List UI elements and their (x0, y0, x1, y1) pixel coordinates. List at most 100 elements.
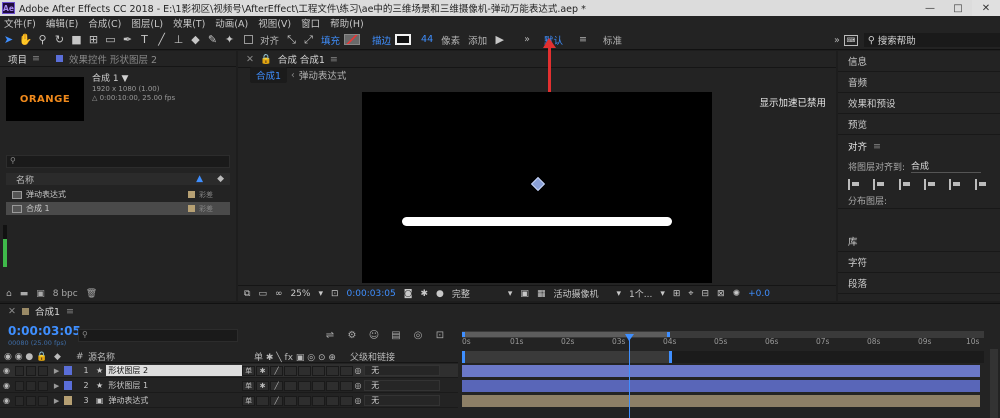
table-row[interactable]: ◉ ▶ 1 ★ 形状图层 2 单 ✱ ╱ ◎ 无 (0, 364, 458, 378)
layer-name[interactable]: 弹动表达式 (106, 395, 242, 406)
align-to-select[interactable]: 合成 (911, 159, 982, 173)
align-vcenter-icon[interactable] (949, 179, 961, 190)
rectangle-tool-icon[interactable]: ▭ (102, 32, 119, 48)
table-row[interactable]: ◉ ▶ 3 ▣ 弹动表达式 单 ╱ ◎ 无 (0, 394, 458, 408)
effect-switch[interactable] (284, 395, 298, 406)
layer-name[interactable]: 形状图层 2 (106, 365, 243, 376)
keyboard-icon[interactable]: ⌨ (843, 34, 858, 46)
collapse-switch[interactable] (256, 395, 270, 406)
comp-info-name[interactable]: 合成 1 ▼ (92, 74, 175, 85)
stroke-swatch[interactable] (395, 34, 412, 45)
fill-label[interactable]: 填充 (321, 33, 340, 47)
menu-layer[interactable]: 图层(L) (131, 16, 163, 30)
frame-blend-switch[interactable] (298, 395, 312, 406)
label-color-swatch[interactable] (63, 396, 73, 405)
workspace-standard[interactable]: 标准 (603, 33, 622, 47)
comp-range-bar[interactable] (462, 351, 984, 363)
motion-blur-icon[interactable]: ◎ (410, 329, 426, 342)
comp-range[interactable] (462, 351, 672, 363)
align-bottom-icon[interactable] (974, 179, 987, 190)
time-ruler[interactable]: 0s 01s 02s 03s 04s 05s 06s 07s 08s 09s 1… (462, 331, 984, 351)
panel-effects-presets[interactable]: 效果和预设 (838, 93, 1000, 114)
color-channel-icon[interactable]: ● (436, 289, 444, 299)
new-comp-icon[interactable]: ▣ (36, 289, 45, 299)
pixel-aspect-icon[interactable]: ⊞ (673, 289, 681, 299)
menu-help[interactable]: 帮助(H) (330, 16, 364, 30)
panel-menu-icon[interactable]: ≡ (32, 53, 40, 64)
layer-name[interactable]: 形状图层 1 (106, 380, 242, 391)
type-tool-icon[interactable]: T (136, 32, 153, 48)
menu-animation[interactable]: 动画(A) (215, 16, 248, 30)
lock-toggle[interactable] (38, 365, 48, 376)
panel-library[interactable]: 库 (838, 231, 1000, 252)
frame-blend-switch[interactable] (298, 380, 312, 391)
exposure-value[interactable]: +0.0 (748, 289, 770, 299)
snap-checkbox[interactable] (244, 35, 253, 44)
workspace-menu-icon[interactable]: ≡ (579, 34, 587, 45)
clone-stamp-tool-icon[interactable]: ⊥ (170, 32, 187, 48)
label-header-icon[interactable]: ◆ (54, 352, 76, 362)
adjustment-switch[interactable] (326, 395, 340, 406)
menu-view[interactable]: 视图(V) (258, 16, 291, 30)
comp-flowchart-icon[interactable]: ⇌ (322, 329, 338, 342)
menu-window[interactable]: 窗口 (301, 16, 320, 30)
rotate-tool-icon[interactable]: ↻ (51, 32, 68, 48)
puppet-tool-icon[interactable]: ✦ (221, 32, 238, 48)
close-button[interactable]: ✕ (972, 0, 1000, 16)
visibility-icon[interactable]: ◉ (3, 366, 15, 375)
effect-switch[interactable] (284, 365, 298, 376)
interpret-footage-icon[interactable]: ⌂ (6, 289, 12, 299)
breadcrumb-comp1[interactable]: 合成1 (250, 67, 288, 83)
panel-info[interactable]: 信息 (838, 51, 1000, 72)
layer-duration-bar[interactable] (462, 395, 980, 407)
layer-duration-bar[interactable] (462, 380, 980, 392)
shy-icon[interactable]: ☺ (366, 329, 382, 342)
panel-preview[interactable]: 预览 (838, 114, 1000, 135)
views-select[interactable]: 1个... (629, 287, 652, 300)
timeline-tab[interactable]: ✕ 合成1 ≡ (0, 304, 1000, 319)
frame-blend-icon[interactable]: ▤ (388, 329, 404, 342)
roto-brush-tool-icon[interactable]: ✎ (204, 32, 221, 48)
parent-select[interactable]: 无 (364, 395, 440, 406)
motion-blur-switch[interactable] (312, 395, 326, 406)
menu-file[interactable]: 文件(F) (4, 16, 36, 30)
views-dropdown-icon[interactable]: ▾ (660, 289, 665, 299)
delete-icon[interactable]: 🗑 (86, 289, 97, 299)
region-icon[interactable]: ▣ (520, 289, 529, 299)
solo-toggle[interactable] (26, 365, 37, 376)
menu-edit[interactable]: 编辑(E) (46, 16, 78, 30)
visibility-icon[interactable]: ◉ (3, 381, 15, 390)
add-label[interactable]: 添加 (468, 33, 487, 47)
pick-whip-icon[interactable]: ◎ (354, 396, 364, 405)
menu-composition[interactable]: 合成(C) (88, 16, 121, 30)
table-row[interactable]: ◉ ▶ 2 ★ 形状图层 1 单 ✱ ╱ ◎ 无 (0, 379, 458, 393)
monitor-icon[interactable]: ▭ (258, 289, 267, 299)
expand-icon[interactable]: ▶ (54, 397, 64, 405)
zoom-dropdown-icon[interactable]: ▾ (318, 289, 323, 299)
pick-whip-icon[interactable]: ◎ (354, 381, 364, 390)
fit-icon[interactable]: ⊡ (331, 289, 339, 299)
snap-options-icon[interactable]: ⤡ (283, 32, 300, 48)
tab-effect-controls[interactable]: 效果控件 形状图层 2 (48, 52, 165, 66)
close-tab-icon[interactable]: ✕ (8, 306, 16, 317)
adjustment-switch[interactable] (326, 380, 340, 391)
pen-tool-icon[interactable]: ✒ (119, 32, 136, 48)
timeline-current-time[interactable]: 0:00:03:05 (8, 324, 81, 338)
expand-icon[interactable]: ⤢ (300, 32, 317, 48)
close-tab-icon[interactable]: ✕ (246, 54, 254, 65)
adjustment-switch[interactable] (326, 365, 340, 376)
expand-icon[interactable]: ▶ (54, 382, 64, 390)
lock-toggle[interactable] (38, 380, 48, 391)
audio-toggle[interactable] (14, 365, 25, 376)
align-right-icon[interactable] (898, 179, 911, 190)
3d-switch[interactable] (340, 380, 354, 391)
solo-toggle[interactable] (26, 395, 37, 406)
eraser-tool-icon[interactable]: ◆ (187, 32, 204, 48)
quality-switch[interactable]: ╱ (270, 395, 284, 406)
shape-line[interactable] (402, 217, 672, 226)
timeline-search-input[interactable]: ⚲ (78, 329, 238, 342)
show-snapshot-icon[interactable]: ✱ (420, 289, 428, 299)
align-title[interactable]: 对齐 ≡ (848, 139, 1000, 154)
project-search-input[interactable]: ⚲ (6, 155, 230, 168)
tab-project[interactable]: 项目 ≡ (0, 52, 48, 66)
